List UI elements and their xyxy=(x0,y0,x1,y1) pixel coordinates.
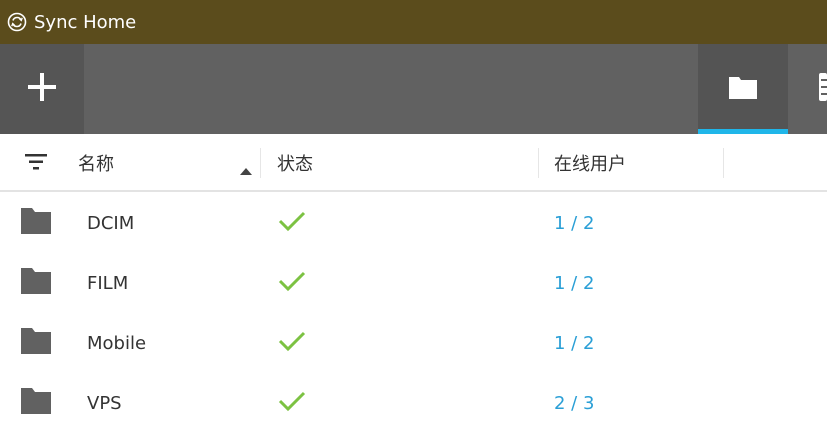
tab-folders[interactable] xyxy=(698,44,788,134)
folder-icon xyxy=(20,387,52,415)
online-users-link[interactable]: 1 / 2 xyxy=(554,213,594,234)
online-users-link[interactable]: 1 / 2 xyxy=(554,333,594,354)
filter-button[interactable] xyxy=(24,152,48,172)
status-check-icon xyxy=(278,390,306,412)
sort-ascending-icon xyxy=(240,159,252,180)
title-bar: Sync Home xyxy=(0,0,827,44)
folder-icon xyxy=(20,267,52,295)
folder-icon xyxy=(20,327,52,355)
table-row[interactable]: VPS 2 / 3 xyxy=(0,374,827,434)
folder-name: VPS xyxy=(87,393,122,414)
table-row[interactable]: DCIM 1 / 2 xyxy=(0,194,827,254)
status-check-icon xyxy=(278,210,306,232)
online-users-link[interactable]: 2 / 3 xyxy=(554,393,594,414)
column-header-status: 状态 xyxy=(277,134,537,192)
folder-icon xyxy=(20,207,52,235)
column-header-name-label: 名称 xyxy=(78,154,114,175)
toolbar xyxy=(0,44,827,134)
folder-name: DCIM xyxy=(87,213,135,234)
filter-icon xyxy=(24,154,48,176)
column-header-name[interactable]: 名称 xyxy=(78,134,260,192)
table-row[interactable]: Mobile 1 / 2 xyxy=(0,314,827,374)
status-check-icon xyxy=(278,330,306,352)
folder-icon xyxy=(728,74,758,104)
column-header-online: 在线用户 xyxy=(554,134,722,192)
column-header-status-label: 状态 xyxy=(277,154,313,175)
folder-name: Mobile xyxy=(87,333,147,354)
table-row[interactable]: FILM 1 / 2 xyxy=(0,254,827,314)
tab-list[interactable] xyxy=(805,44,827,134)
folder-list: DCIM 1 / 2 FILM 1 / 2 Mobile 1 / 2 VPS 2… xyxy=(0,194,827,434)
table-header: 名称 状态 在线用户 xyxy=(0,134,827,192)
column-divider xyxy=(260,148,261,178)
plus-icon xyxy=(27,72,57,106)
add-folder-button[interactable] xyxy=(0,44,84,134)
column-divider xyxy=(538,148,539,178)
list-icon xyxy=(805,73,827,105)
status-check-icon xyxy=(278,270,306,292)
column-divider xyxy=(723,148,724,178)
window-title: Sync Home xyxy=(34,11,137,33)
folder-name: FILM xyxy=(87,273,129,294)
column-header-online-label: 在线用户 xyxy=(554,154,626,175)
online-users-link[interactable]: 1 / 2 xyxy=(554,273,594,294)
sync-icon xyxy=(7,12,27,32)
